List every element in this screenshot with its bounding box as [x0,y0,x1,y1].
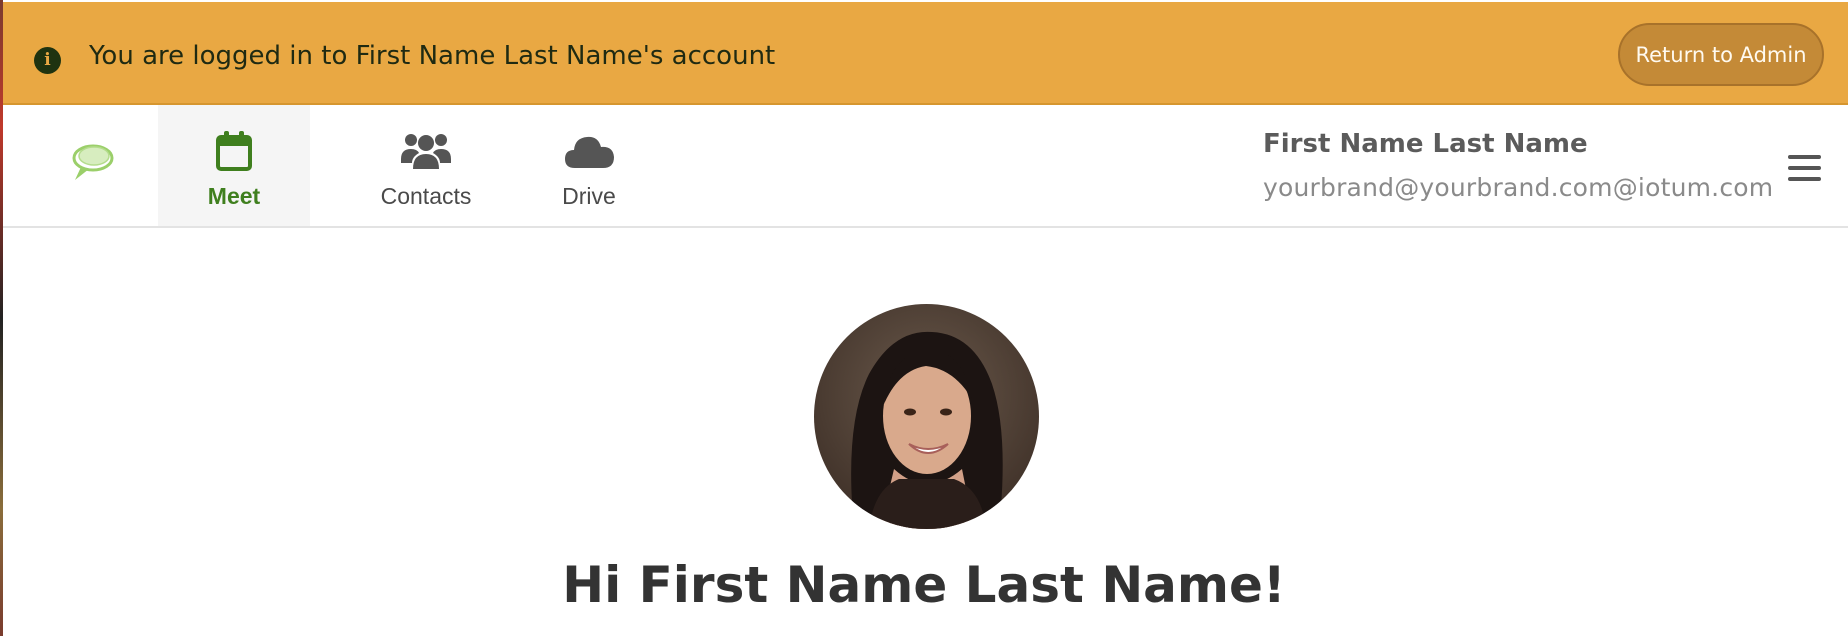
nav-item-contacts[interactable]: Contacts [350,105,502,226]
greeting-heading: Hi First Name Last Name! [562,556,1286,614]
user-email: yourbrand@yourbrand.com@iotum.com [1263,173,1774,202]
chat-bubble-logo-icon[interactable] [69,142,115,184]
users-icon [400,129,452,173]
return-to-admin-button[interactable]: Return to Admin [1618,23,1824,86]
cloud-icon [563,129,615,173]
info-circle-icon: i [34,47,61,74]
nav-label-meet: Meet [207,183,261,209]
nav-label-drive: Drive [562,183,616,209]
user-name: First Name Last Name [1263,129,1588,159]
nav-item-drive[interactable]: Drive [513,105,665,226]
impersonation-banner: i You are logged in to First Name Last N… [3,2,1848,105]
hamburger-menu-icon[interactable] [1788,155,1821,185]
nav-label-contacts: Contacts [380,183,472,209]
top-navbar: Meet Contacts Drive First Name Last Name… [3,105,1848,228]
calendar-icon [208,129,260,173]
nav-item-meet[interactable]: Meet [158,105,310,226]
avatar [814,304,1039,529]
banner-message: You are logged in to First Name Last Nam… [89,41,776,71]
